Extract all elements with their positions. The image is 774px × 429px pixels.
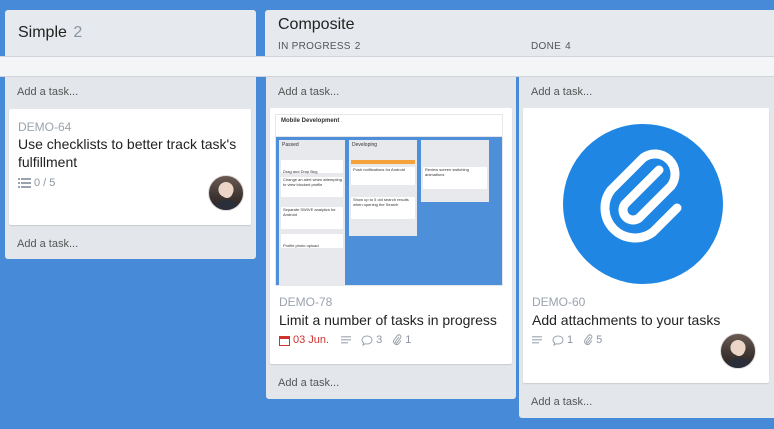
column-count: 2 (73, 24, 83, 41)
avatar[interactable] (208, 175, 244, 211)
column-in-progress: Add a task... Mobile Development Passed … (266, 77, 516, 399)
add-task-link[interactable]: Add a task... (531, 396, 592, 408)
task-meta: 1 5 (532, 334, 602, 346)
task-title: Use checklists to better track task's fu… (18, 136, 237, 170)
avatar[interactable] (720, 333, 756, 369)
task-id: DEMO-60 (532, 295, 586, 309)
task-meta: 03 Jun. 3 1 (279, 334, 411, 346)
checklist-icon (18, 178, 31, 188)
add-task-link[interactable]: Add a task... (278, 377, 339, 389)
thumbnail-column-label: Passed (282, 142, 299, 148)
task-id: DEMO-64 (18, 120, 72, 134)
thumbnail-card-text: Drag and Drop Bug (283, 169, 318, 174)
column-header-simple: Simple 2 (5, 10, 256, 56)
attachment-count: 5 (596, 334, 603, 346)
add-task-link[interactable]: Add a task... (531, 86, 592, 98)
attachment-count: 1 (405, 334, 412, 346)
stage-in-progress: IN PROGRESS 2 (278, 41, 361, 52)
paperclip-icon (600, 149, 682, 243)
checklist-progress: 0 / 5 (18, 177, 55, 189)
add-task-link[interactable]: Add a task... (17, 86, 78, 98)
thumbnail-card-text: Change an alert when attempting to view … (283, 177, 342, 187)
thumbnail-card-text: Profile photo upload (283, 243, 319, 248)
task-card[interactable]: DEMO-60 Add attachments to your tasks 1 … (523, 108, 769, 383)
column-title: Simple 2 (18, 24, 82, 42)
description-icon (532, 336, 542, 344)
add-task-link[interactable]: Add a task... (17, 238, 78, 250)
paperclip-icon (583, 334, 593, 346)
thumbnail-card-text: Show up to 5 old search results when ope… (353, 197, 409, 207)
column-header-composite: Composite IN PROGRESS 2 DONE 4 (265, 10, 774, 56)
header-divider (0, 56, 774, 77)
description-icon (341, 336, 352, 344)
task-title: Add attachments to your tasks (532, 312, 721, 328)
thumbnail-card-text: Review screen switching animations (425, 167, 469, 177)
stage-count: 2 (354, 41, 361, 52)
thumbnail-card-text: Push notifications for Android (353, 167, 405, 172)
column-simple: Add a task... DEMO-64 Use checklists to … (5, 77, 256, 259)
add-task-link[interactable]: Add a task... (278, 86, 339, 98)
column-title: Composite (278, 16, 355, 33)
checklist-count: 0 / 5 (34, 177, 56, 189)
task-id: DEMO-78 (279, 295, 333, 309)
thumbnail-card-text: Separate SWIVE analytics for Android (283, 207, 336, 217)
paperclip-icon (392, 334, 402, 346)
stage-done: DONE 4 (531, 41, 571, 52)
column-title-text: Simple (18, 24, 67, 41)
due-date: 03 Jun. (293, 334, 330, 346)
comment-icon (552, 334, 564, 346)
task-card[interactable]: DEMO-64 Use checklists to better track t… (9, 109, 251, 225)
stage-label: IN PROGRESS (278, 41, 351, 52)
attachment-image (563, 124, 723, 284)
thumbnail-title: Mobile Development (281, 118, 340, 124)
column-done: Add a task... DEMO-60 Add attachments to… (519, 77, 774, 418)
comment-icon (361, 334, 373, 346)
thumbnail-column-label: Developing (352, 142, 378, 148)
task-card[interactable]: Mobile Development Passed Drag and Drop … (270, 108, 512, 364)
comment-count: 1 (567, 334, 574, 346)
stage-count: 4 (565, 41, 571, 52)
comment-count: 3 (376, 334, 383, 346)
stage-label: DONE (531, 41, 562, 52)
calendar-icon (279, 335, 290, 346)
board-thumbnail-image: Mobile Development Passed Drag and Drop … (275, 114, 503, 286)
task-title: Limit a number of tasks in progress (279, 312, 497, 328)
